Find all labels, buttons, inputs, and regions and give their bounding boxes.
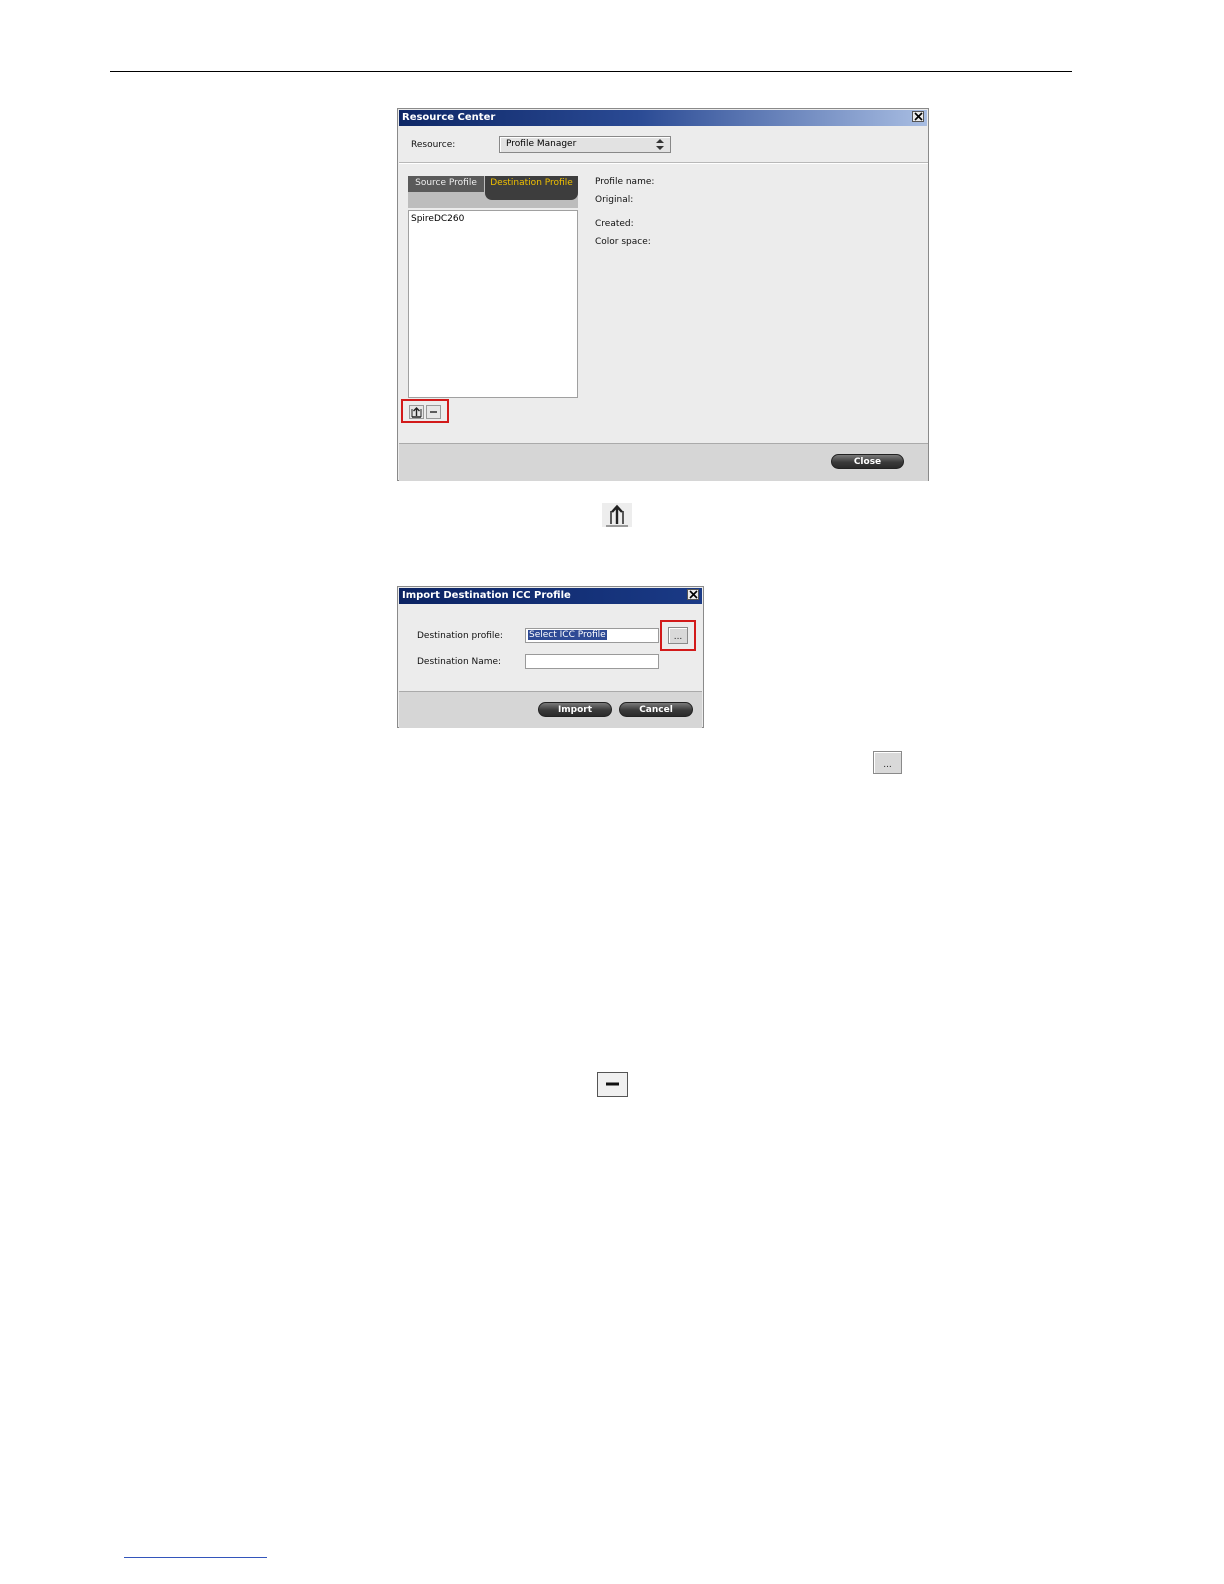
close-icon[interactable] (687, 589, 699, 600)
profile-list[interactable]: SpireDC260 (408, 210, 578, 398)
updown-arrow-icon (656, 139, 664, 150)
browse-icon: ... (873, 751, 902, 774)
profile-name-label: Profile name: (595, 177, 655, 187)
import-arrow-icon (411, 407, 422, 418)
destination-name-label: Destination Name: (417, 657, 502, 667)
minus-icon (430, 411, 437, 413)
destination-profile-input[interactable]: Select ICC Profile (525, 628, 659, 643)
destination-profile-value: Select ICC Profile (528, 630, 607, 640)
resource-dropdown-value: Profile Manager (506, 139, 577, 149)
header-separator (399, 162, 928, 164)
resource-center-window: Resource Center Resource: Profile Manage… (397, 108, 929, 481)
resource-center-titlebar: Resource Center (399, 110, 927, 126)
import-dialog-window: Import Destination ICC Profile Destinati… (397, 586, 704, 728)
tab-source-profile[interactable]: Source Profile (408, 176, 484, 192)
close-button[interactable]: Close (831, 454, 904, 469)
list-item[interactable]: SpireDC260 (411, 214, 464, 224)
minus-icon (597, 1072, 628, 1097)
created-label: Created: (595, 219, 634, 229)
cancel-button[interactable]: Cancel (619, 702, 693, 717)
color-space-label: Color space: (595, 237, 651, 247)
import-dialog-titlebar: Import Destination ICC Profile (399, 588, 702, 604)
browse-button[interactable]: ... (668, 627, 688, 644)
resource-center-title: Resource Center (402, 112, 496, 123)
original-label: Original: (595, 195, 634, 205)
close-icon[interactable] (912, 111, 924, 122)
destination-profile-label: Destination profile: (417, 631, 503, 641)
import-button[interactable]: Import (538, 702, 612, 717)
import-button[interactable] (409, 405, 424, 419)
import-dialog-title: Import Destination ICC Profile (402, 590, 571, 601)
destination-name-input[interactable] (525, 654, 659, 669)
tab-destination-profile[interactable]: Destination Profile (485, 176, 578, 200)
resource-label: Resource: (411, 140, 456, 150)
import-icon (602, 503, 632, 527)
remove-button[interactable] (426, 405, 441, 419)
footer-link-rule (124, 1557, 267, 1558)
header-rule (110, 71, 1072, 72)
resource-dropdown[interactable]: Profile Manager (499, 136, 671, 153)
